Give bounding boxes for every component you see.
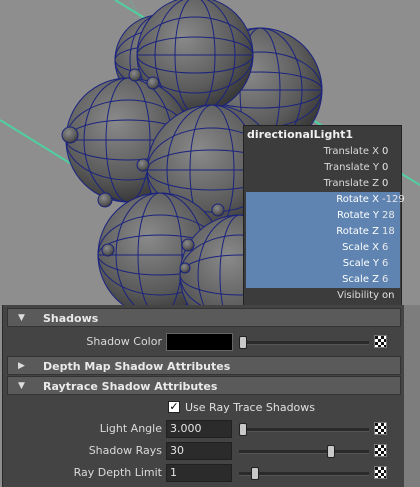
channel-value[interactable]: 0 (381, 160, 400, 176)
light-angle-slider-handle[interactable] (239, 423, 247, 436)
raytrace-section-title: Raytrace Shadow Attributes (43, 380, 218, 393)
light-angle-row: Light Angle 3.000 (7, 418, 401, 440)
shadow-color-swatch[interactable] (166, 333, 233, 351)
triangle-right-icon: ▶ (18, 361, 25, 371)
channel-label: Rotate X (246, 192, 381, 208)
use-ray-trace-label: Use Ray Trace Shadows (185, 401, 316, 414)
channel-row[interactable]: Translate Y0 (244, 160, 401, 176)
ray-depth-limit-slider-handle[interactable] (251, 467, 259, 480)
channel-value[interactable]: on (381, 288, 400, 304)
raytrace-section-header[interactable]: ▼ Raytrace Shadow Attributes (7, 376, 401, 395)
channel-label: Scale Y (246, 256, 381, 272)
use-ray-trace-row: ✓ Use Ray Trace Shadows (7, 397, 401, 419)
channel-row[interactable]: Translate Z0 (244, 176, 401, 192)
shadow-rays-field[interactable]: 30 (166, 442, 232, 460)
ray-depth-limit-row: Ray Depth Limit 1 (7, 462, 401, 484)
channel-row[interactable]: Scale Y6 (244, 256, 401, 272)
channel-box-rows: Translate X 0 Translate Y 0 Translate Z 0 Rota… (244, 144, 405, 304)
channel-value[interactable]: 6 (381, 240, 400, 256)
channel-row[interactable]: Scale X6 (244, 240, 401, 256)
channel-value[interactable]: 6 (381, 256, 400, 272)
channel-label: Rotate Y (246, 208, 381, 224)
checkmark-icon: ✓ (169, 400, 179, 413)
channel-label: Translate Z (323, 178, 379, 189)
channel-row[interactable]: Rotate X -129 (244, 192, 405, 208)
ray-depth-limit-field[interactable]: 1 (166, 464, 232, 482)
viewport-edge (404, 305, 420, 487)
channel-row[interactable]: Rotate Z 18 (244, 224, 401, 240)
shadow-rays-slider-handle[interactable] (327, 445, 335, 458)
ray-depth-limit-label: Ray Depth Limit (73, 466, 162, 479)
channel-row[interactable]: Rotate Y 28 (244, 208, 401, 224)
channel-row[interactable]: Scale Z6 (244, 272, 401, 288)
shadow-rays-label: Shadow Rays (88, 444, 162, 457)
checker-map-icon[interactable] (374, 444, 387, 457)
shadow-color-slider-handle[interactable] (239, 336, 247, 349)
channel-box: directionalLight1 Translate X 0 Translate … (243, 125, 405, 307)
channel-value[interactable]: -129 (381, 192, 405, 208)
shadow-color-row: Shadow Color (7, 331, 401, 353)
channel-label: Scale Z (246, 272, 381, 288)
channel-label: Scale X (246, 240, 381, 256)
channel-value[interactable]: 6 (381, 272, 400, 288)
depth-map-section-header[interactable]: ▶ Depth Map Shadow Attributes (7, 356, 401, 375)
use-ray-trace-checkbox[interactable]: ✓ (168, 401, 180, 413)
light-angle-field[interactable]: 3.000 (166, 420, 232, 438)
checker-map-icon[interactable] (374, 335, 387, 348)
checker-map-icon[interactable] (374, 422, 387, 435)
shadows-section-title: Shadows (43, 312, 99, 325)
shadow-color-slider-track[interactable] (239, 341, 369, 345)
checker-map-icon[interactable] (374, 466, 387, 479)
shadow-rays-row: Shadow Rays 30 (7, 440, 401, 462)
depth-map-section-title: Depth Map Shadow Attributes (43, 360, 231, 373)
channel-label: Rotate Z (246, 224, 381, 240)
light-angle-slider-track[interactable] (239, 428, 369, 432)
attribute-editor-panel: ▼ Shadows Shadow Color ▶ Depth Map Shado… (2, 305, 406, 487)
shadow-rays-slider-track[interactable] (239, 450, 369, 454)
light-angle-label: Light Angle (99, 422, 162, 435)
channel-value[interactable]: 28 (381, 208, 400, 224)
channel-label: Visibility (337, 290, 379, 301)
channel-row[interactable]: Visibility on (244, 288, 401, 304)
channel-value[interactable]: 0 (381, 176, 400, 192)
triangle-down-icon: ▼ (18, 313, 25, 323)
channel-row[interactable]: Translate X0 (244, 144, 401, 160)
channel-value[interactable]: 0 (381, 144, 400, 160)
triangle-down-icon: ▼ (18, 381, 25, 391)
shadow-color-label: Shadow Color (86, 335, 162, 348)
channel-label: Translate Y (324, 162, 379, 173)
channel-value[interactable]: 18 (381, 224, 400, 240)
channel-box-title: directionalLight1 (247, 128, 354, 141)
shadows-section-header[interactable]: ▼ Shadows (7, 308, 401, 327)
channel-label: Translate X (323, 146, 379, 157)
